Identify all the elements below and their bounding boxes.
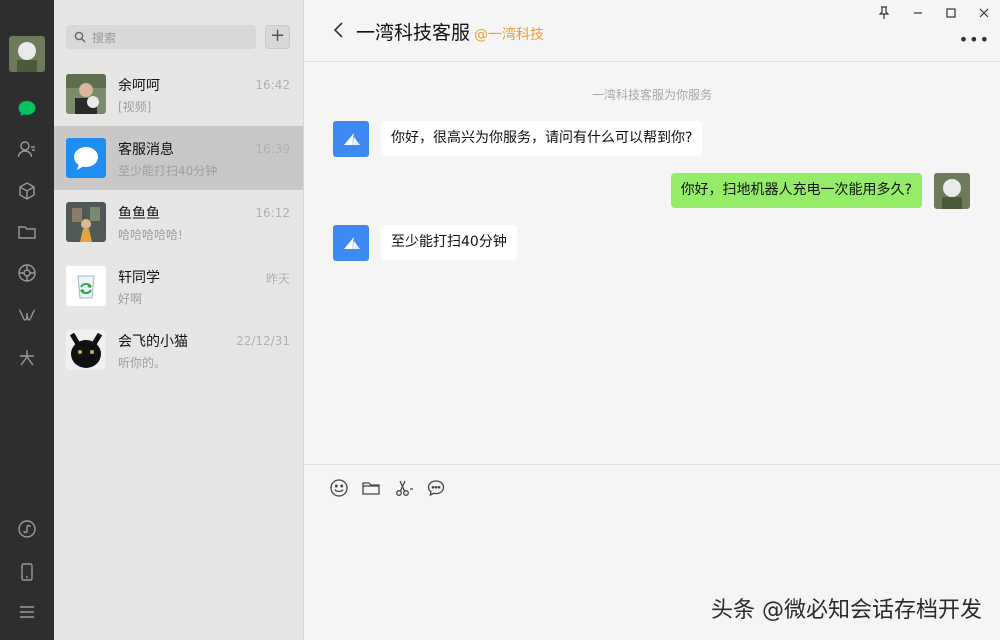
more-options-icon[interactable]: ••• (959, 30, 990, 49)
search-icon (74, 31, 86, 43)
contact-name: 鱼鱼鱼 (118, 206, 160, 222)
avatar (66, 330, 106, 370)
back-arrow-icon[interactable] (332, 20, 346, 40)
message-time: 16:12 (255, 206, 290, 220)
pin-icon[interactable] (874, 4, 894, 22)
message-bubble-outgoing[interactable]: 你好，扫地机器人充电一次能用多久? (670, 173, 922, 208)
chat-panel: 一湾科技客服 @一湾科技 ••• 一湾科技客服为你服务 你好，很高兴为你服务，请问… (304, 0, 1000, 640)
mini-program-icon[interactable] (16, 518, 38, 540)
minimize-icon[interactable] (908, 4, 928, 22)
search-placeholder: 搜索 (92, 30, 117, 45)
moments-icon[interactable] (16, 262, 38, 284)
chat-title: 一湾科技客服 @一湾科技 (356, 18, 544, 45)
message-bubble-incoming[interactable]: 至少能打扫40分钟 (381, 225, 517, 260)
chat-icon[interactable] (16, 98, 38, 120)
chat-title-org: @一湾科技 (474, 27, 545, 43)
chat-header: 一湾科技客服 @一湾科技 ••• (304, 0, 1000, 62)
message-time: 昨天 (265, 272, 290, 286)
channels-icon[interactable] (16, 305, 38, 327)
user-avatar[interactable] (9, 36, 45, 72)
contact-name: 轩同学 (118, 270, 160, 286)
message-time: 22/12/31 (236, 334, 290, 348)
list-item-selected[interactable]: 客服消息 16:39 至少能打扫40分钟 (54, 126, 303, 190)
message-preview: 听你的。 (118, 356, 167, 370)
list-item[interactable]: 会飞的小猫 22/12/31 听你的。 (54, 318, 303, 382)
avatar (66, 74, 106, 114)
add-button[interactable]: + (265, 25, 290, 49)
folder-icon[interactable] (360, 477, 382, 499)
system-note: 一湾科技客服为你服务 (591, 88, 712, 102)
chat-history-icon[interactable] (425, 477, 447, 499)
search-input[interactable]: 搜索 (66, 25, 256, 49)
sparkle-icon[interactable] (16, 347, 38, 369)
service-bot-avatar[interactable] (333, 121, 369, 157)
message-input-area[interactable]: 头条 @微必知会话存档开发 (304, 464, 1000, 640)
message-preview: 哈哈哈哈哈! (118, 228, 183, 242)
message-bubble-incoming[interactable]: 你好，很高兴为你服务，请问有什么可以帮到你? (381, 121, 703, 156)
list-item[interactable]: 轩同学 昨天 好啊 (54, 254, 303, 318)
message-preview: [视频] (118, 100, 152, 114)
folder-icon[interactable] (16, 221, 38, 243)
avatar (66, 202, 106, 242)
my-avatar[interactable] (934, 173, 970, 209)
close-icon[interactable] (974, 4, 994, 22)
contact-name: 会飞的小猫 (118, 334, 188, 350)
conversation-list: 搜索 + 余呵呵 16:42 [视频] 客服消息 16:39 至少能打扫40分钟… (54, 0, 304, 640)
maximize-icon[interactable] (941, 4, 961, 22)
message-time: 16:39 (255, 142, 290, 156)
chat-title-name: 一湾科技客服 (356, 22, 471, 44)
menu-icon[interactable] (16, 601, 38, 623)
box-icon[interactable] (16, 180, 38, 202)
service-message-icon (66, 138, 106, 178)
left-nav-bar (0, 0, 54, 640)
emoji-icon[interactable] (328, 477, 350, 499)
service-bot-avatar[interactable] (333, 225, 369, 261)
message-preview: 至少能打扫40分钟 (118, 164, 218, 178)
watermark-text: 头条 @微必知会话存档开发 (711, 598, 982, 623)
list-item[interactable]: 余呵呵 16:42 [视频] (54, 62, 303, 126)
list-item[interactable]: 鱼鱼鱼 16:12 哈哈哈哈哈! (54, 190, 303, 254)
screenshot-scissors-icon[interactable] (393, 477, 415, 499)
message-preview: 好啊 (118, 292, 143, 306)
contact-name: 客服消息 (118, 142, 174, 158)
recycle-bin-icon (66, 266, 106, 306)
contact-name: 余呵呵 (118, 78, 160, 94)
contacts-icon[interactable] (16, 138, 38, 160)
message-time: 16:42 (255, 78, 290, 92)
phone-icon[interactable] (16, 561, 38, 583)
